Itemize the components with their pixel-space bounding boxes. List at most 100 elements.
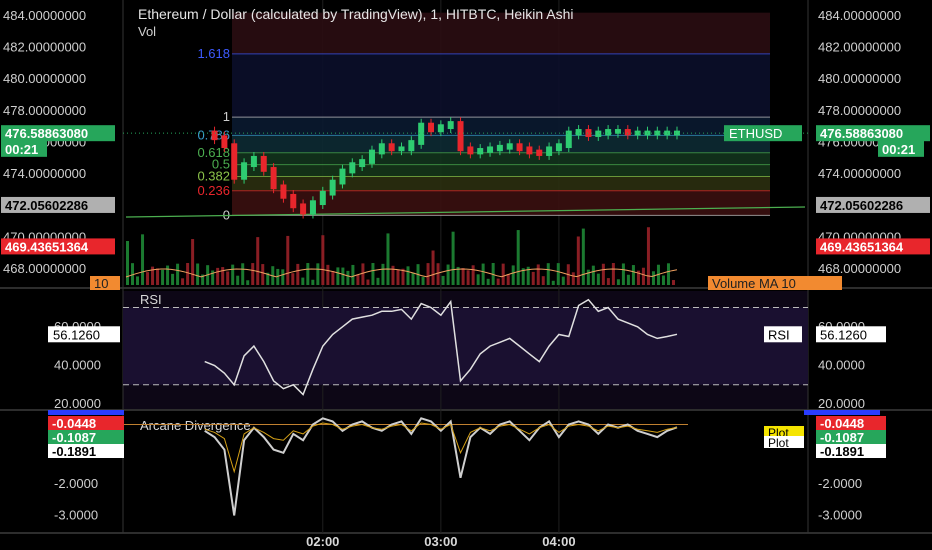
candle-body [605,129,612,136]
volume-bar [486,278,490,285]
volume-bar [351,264,355,285]
volume-bar [136,276,140,285]
candle-body [231,143,238,180]
candle-body [585,129,592,137]
candle-body [506,143,513,150]
volume-bar [186,263,190,285]
candle-body [398,146,405,152]
candle-body [457,121,464,152]
candle-body [418,122,425,145]
fib-level-label: 0 [223,207,230,222]
volume-bar [256,237,260,285]
volume-bar [216,267,220,285]
fib-zone [232,53,770,118]
volume-bar [531,271,535,285]
arcane-value-text-right: -0.1087 [820,430,864,445]
fib-level-label: 1 [223,109,230,124]
volume-ma-tag-text: Volume MA 10 [712,276,796,291]
volume-bar [346,270,350,285]
volume-bar [621,263,625,285]
volume-bar [146,272,150,285]
rsi-band-fill [123,307,808,385]
volume-bar [446,264,450,285]
volume-bar [551,280,555,285]
rsi-value-text-left: 56.1260 [53,327,100,342]
candle-body [408,140,415,152]
volume-bar [426,263,430,285]
rsi-axis-tick-left: 20.0000 [54,396,101,411]
candle-body [487,146,494,153]
candle-body [211,130,218,141]
candle-body [526,146,533,155]
candle-body [339,168,346,185]
candle-body [388,143,395,152]
volume-bar [666,263,670,285]
volume-bar [381,263,385,285]
volume-bar [161,269,165,285]
price-axis-tick-right: 478.00000000 [818,103,901,118]
candle-body [260,155,267,172]
price-axis-tick-left: 474.00000000 [3,166,86,181]
chart-canvas[interactable]: 00.2360.3820.50.6180.78611.618468.000000… [0,0,932,550]
price-axis-tick-left: 478.00000000 [3,103,86,118]
volume-bar [436,263,440,285]
candle-body [319,190,326,206]
symbol-tag-text: ETHUSD [729,126,782,141]
volume-bar [631,265,635,285]
volume-bar [596,273,600,285]
volume-bar [431,250,435,285]
candle-body [309,200,316,215]
candle-body [280,184,287,199]
price-tag-text: 00:21 [882,142,915,157]
volume-bar [571,272,575,285]
candle-body [300,203,307,215]
rsi-axis-tick-right: 20.0000 [818,396,865,411]
volume-bar [586,269,590,285]
arcane-title: Arcane Divergence [140,418,251,433]
rsi-axis-tick-left: 40.0000 [54,357,101,372]
volume-bar [221,267,225,285]
volume-bar [371,263,375,285]
volume-bar [441,275,445,285]
volume-bar [501,263,505,285]
volume-bar [191,239,195,285]
candle-body [516,143,523,152]
arcane-value-text-right: -0.0448 [820,416,864,431]
volume-bar [541,276,545,285]
price-tag-text: 472.05602286 [820,198,903,213]
volume-bar [226,271,230,285]
volume-bar [236,275,240,285]
candle-body [270,167,277,190]
candle-body [290,193,297,209]
price-tag-text: 476.58863080 [820,126,903,141]
volume-bar [166,265,170,285]
volume-bar [331,271,335,285]
fib-zone [232,152,770,165]
candle-body [496,144,503,152]
rsi-tag-text: RSI [768,327,790,342]
volume-bar [196,263,200,285]
price-tag-text: 469.43651364 [5,239,89,254]
price-axis-tick-right: 474.00000000 [818,166,901,181]
volume-bar [516,230,520,285]
volume-bar [361,263,365,285]
volume-bar [661,275,665,285]
price-tag-text: 476.58863080 [5,126,88,141]
arcane-axis-tick-right: -2.0000 [818,476,862,491]
volume-bar [611,263,615,285]
time-axis-tick: 03:00 [424,534,457,549]
volume-bar [321,235,325,285]
rsi-title: RSI [140,292,162,307]
candle-body [624,129,631,136]
rsi-axis-tick-right: 40.0000 [818,357,865,372]
arcane-value-text-left: -0.1891 [52,444,96,459]
volume-bar [181,278,185,285]
rsi-value-text-right: 56.1260 [820,327,867,342]
volume-bar [241,263,245,285]
volume-bar [576,236,580,285]
candle-body [437,124,444,133]
candle-body [368,149,375,164]
arcane-blue-bar-right [804,410,880,415]
volume-bar [411,272,415,285]
price-axis-tick-right: 482.00000000 [818,40,901,55]
